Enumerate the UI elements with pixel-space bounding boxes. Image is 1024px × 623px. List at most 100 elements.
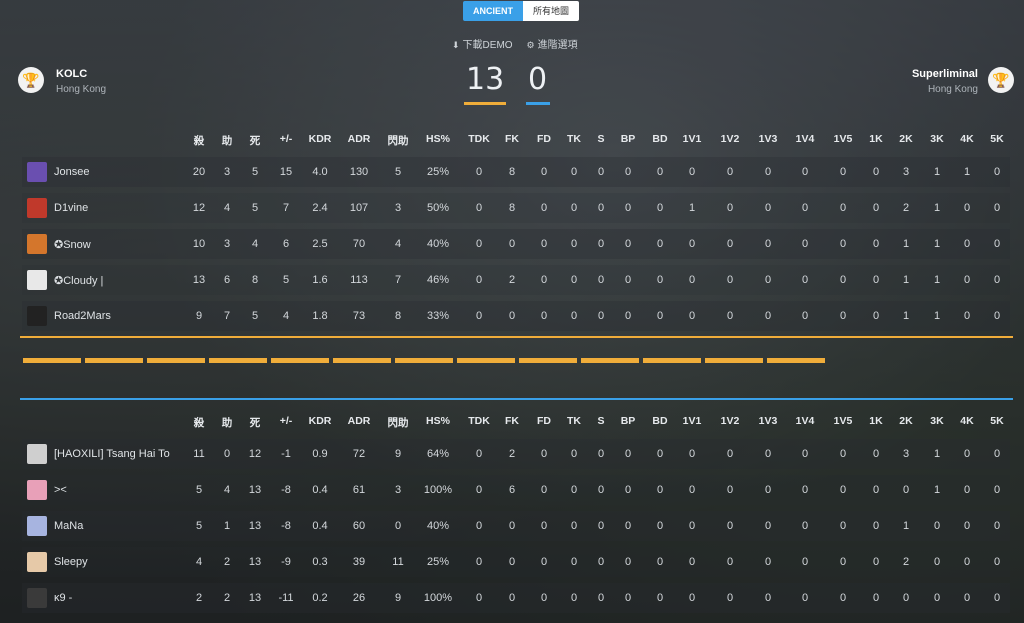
avatar[interactable] [27, 270, 47, 290]
avatar[interactable] [27, 234, 47, 254]
column-header[interactable]: HS% [426, 133, 450, 145]
avatar[interactable] [27, 444, 47, 464]
column-header[interactable]: 1K [869, 415, 882, 427]
tab-all-maps[interactable]: 所有地圖 [523, 1, 580, 21]
stat-cell: 0 [688, 520, 696, 532]
column-header[interactable]: 1V3 [759, 415, 778, 427]
column-header[interactable]: 1V1 [683, 133, 702, 145]
table-row[interactable]: D1vine 12 4 5 7 2.4 107 3 50% 0 8 0 0 0 0 0 1 0 0 0 0 0 2 1 0 0 [22, 193, 1010, 223]
table-row[interactable]: [HAOXILI] Tsang Hai To 11 0 12 -1 0.9 72 9 64% 0 2… [22, 439, 1010, 469]
stat-cell: 0 [597, 202, 605, 214]
column-header[interactable]: 2K [899, 415, 912, 427]
table-row[interactable]: Road2Mars 9 7 5 4 1.8 73 8 33% 0 0 0 0 0 0 0 0 0 0 0 0 0 1 1 0 0 [22, 301, 1010, 331]
player-name[interactable]: >< [54, 484, 67, 496]
avatar[interactable] [27, 552, 47, 572]
column-header[interactable]: KDR [309, 415, 332, 427]
player-name[interactable]: Sleepy [54, 556, 88, 568]
column-header[interactable]: TK [567, 133, 581, 145]
column-header[interactable]: ADR [348, 133, 371, 145]
table-row[interactable]: ✪Snow 10 3 4 6 2.5 70 4 40% 0 0 0 0 0 0 0 0 0 0 0 0 0 1 1 0 0 [22, 229, 1010, 259]
player-name[interactable]: ✪Snow [54, 238, 91, 251]
column-header[interactable]: 1V4 [796, 415, 815, 427]
table-row[interactable]: Sleepy 4 2 13 -9 0.3 39 11 25% 0 0 0 0 0 0 0 0 0 0 0 0 0 2 0 0 0 [22, 547, 1010, 577]
round-segment [457, 358, 515, 363]
column-header[interactable]: 1V5 [834, 133, 853, 145]
column-header[interactable]: 4K [960, 415, 973, 427]
column-header[interactable]: 1K [869, 133, 882, 145]
player-name[interactable]: MaNa [54, 520, 83, 532]
avatar[interactable] [27, 588, 47, 608]
column-header[interactable]: 3K [930, 133, 943, 145]
column-header[interactable]: +/- [280, 133, 293, 145]
team1-name[interactable]: KOLC [56, 68, 87, 80]
column-header[interactable]: 4K [960, 133, 973, 145]
stat-cell: 0 [570, 556, 578, 568]
stat-cell: 0 [688, 166, 696, 178]
tab-ancient[interactable]: ANCIENT [463, 1, 523, 21]
stat-cell: 0 [726, 310, 734, 322]
column-header[interactable]: BD [652, 133, 667, 145]
column-header[interactable]: 5K [990, 415, 1003, 427]
table-row[interactable]: Jonsee 20 3 5 15 4.0 130 5 25% 0 8 0 0 0 0 0 0 0 0 0 0 0 3 1 1 0 [22, 157, 1010, 187]
team2-name[interactable]: Superliminal [912, 68, 978, 80]
column-header[interactable]: FD [537, 415, 551, 427]
column-header[interactable]: 助 [222, 415, 233, 430]
stat-cell: 0 [839, 310, 847, 322]
stat-cell: 0 [764, 592, 772, 604]
avatar[interactable] [27, 306, 47, 326]
column-header[interactable]: BD [652, 415, 667, 427]
column-header[interactable]: S [597, 415, 604, 427]
column-header[interactable]: 1V1 [683, 415, 702, 427]
player-name[interactable]: D1vine [54, 202, 88, 214]
column-header[interactable]: FK [505, 415, 519, 427]
column-header[interactable]: 5K [990, 133, 1003, 145]
column-header[interactable]: +/- [280, 415, 293, 427]
column-header[interactable]: FK [505, 133, 519, 145]
column-header[interactable]: TK [567, 415, 581, 427]
column-header[interactable]: ADR [348, 415, 371, 427]
column-header[interactable]: 殺 [194, 415, 205, 430]
column-header[interactable]: 2K [899, 133, 912, 145]
stat-cell: 0 [540, 520, 548, 532]
table-row[interactable]: MaNa 5 1 13 -8 0.4 60 0 40% 0 0 0 0 0 0 0 0 0 0 0 0 0 1 0 0 0 [22, 511, 1010, 541]
column-header[interactable]: FD [537, 133, 551, 145]
column-header[interactable]: 1V5 [834, 415, 853, 427]
avatar[interactable] [27, 516, 47, 536]
table-row[interactable]: ĸ9 - 2 2 13 -11 0.2 26 9 100% 0 0 0 0 0 0 0 0 0 0 0 0 0 0 0 0 0 [22, 583, 1010, 613]
download-demo-link[interactable]: ⬇ 下載DEMO [452, 36, 513, 51]
advanced-options-link[interactable]: ⚙ 進階選項 [527, 36, 578, 51]
player-name[interactable]: ĸ9 - [54, 592, 72, 604]
avatar[interactable] [27, 198, 47, 218]
column-header[interactable]: 1V3 [759, 133, 778, 145]
column-header[interactable]: BP [621, 133, 636, 145]
column-header[interactable]: 殺 [194, 133, 205, 148]
stat-cell: 0 [688, 484, 696, 496]
column-header[interactable]: 閃助 [388, 133, 409, 148]
column-header[interactable]: 1V2 [721, 133, 740, 145]
column-header[interactable]: 1V2 [721, 415, 740, 427]
column-header[interactable]: 助 [222, 133, 233, 148]
avatar[interactable] [27, 480, 47, 500]
column-header[interactable]: TDK [468, 133, 490, 145]
column-header[interactable]: 閃助 [388, 415, 409, 430]
stat-cell: 0 [726, 592, 734, 604]
player-name[interactable]: Road2Mars [54, 310, 111, 322]
column-header[interactable]: TDK [468, 415, 490, 427]
player-name[interactable]: [HAOXILI] Tsang Hai To [54, 448, 170, 460]
player-name[interactable]: Jonsee [54, 166, 89, 178]
stat-cell: 0 [801, 202, 809, 214]
stat-cell: 11 [392, 556, 404, 568]
table-row[interactable]: >< 5 4 13 -8 0.4 61 3 100% 0 6 0 0 0 0 0 0 0 0 0 0 0 0 1 0 0 [22, 475, 1010, 505]
column-header[interactable]: BP [621, 415, 636, 427]
column-header[interactable]: 3K [930, 415, 943, 427]
column-header[interactable]: KDR [309, 133, 332, 145]
column-header[interactable]: 死 [250, 133, 261, 148]
column-header[interactable]: 死 [250, 415, 261, 430]
column-header[interactable]: 1V4 [796, 133, 815, 145]
avatar[interactable] [27, 162, 47, 182]
column-header[interactable]: S [597, 133, 604, 145]
player-name[interactable]: ✪Cloudy | [54, 274, 103, 287]
stat-cell: 0 [933, 556, 941, 568]
table-row[interactable]: ✪Cloudy | 13 6 8 5 1.6 113 7 46% 0 2 0 0 0 0 0 0 0 0 0 0 0 1 1 0… [22, 265, 1010, 295]
column-header[interactable]: HS% [426, 415, 450, 427]
